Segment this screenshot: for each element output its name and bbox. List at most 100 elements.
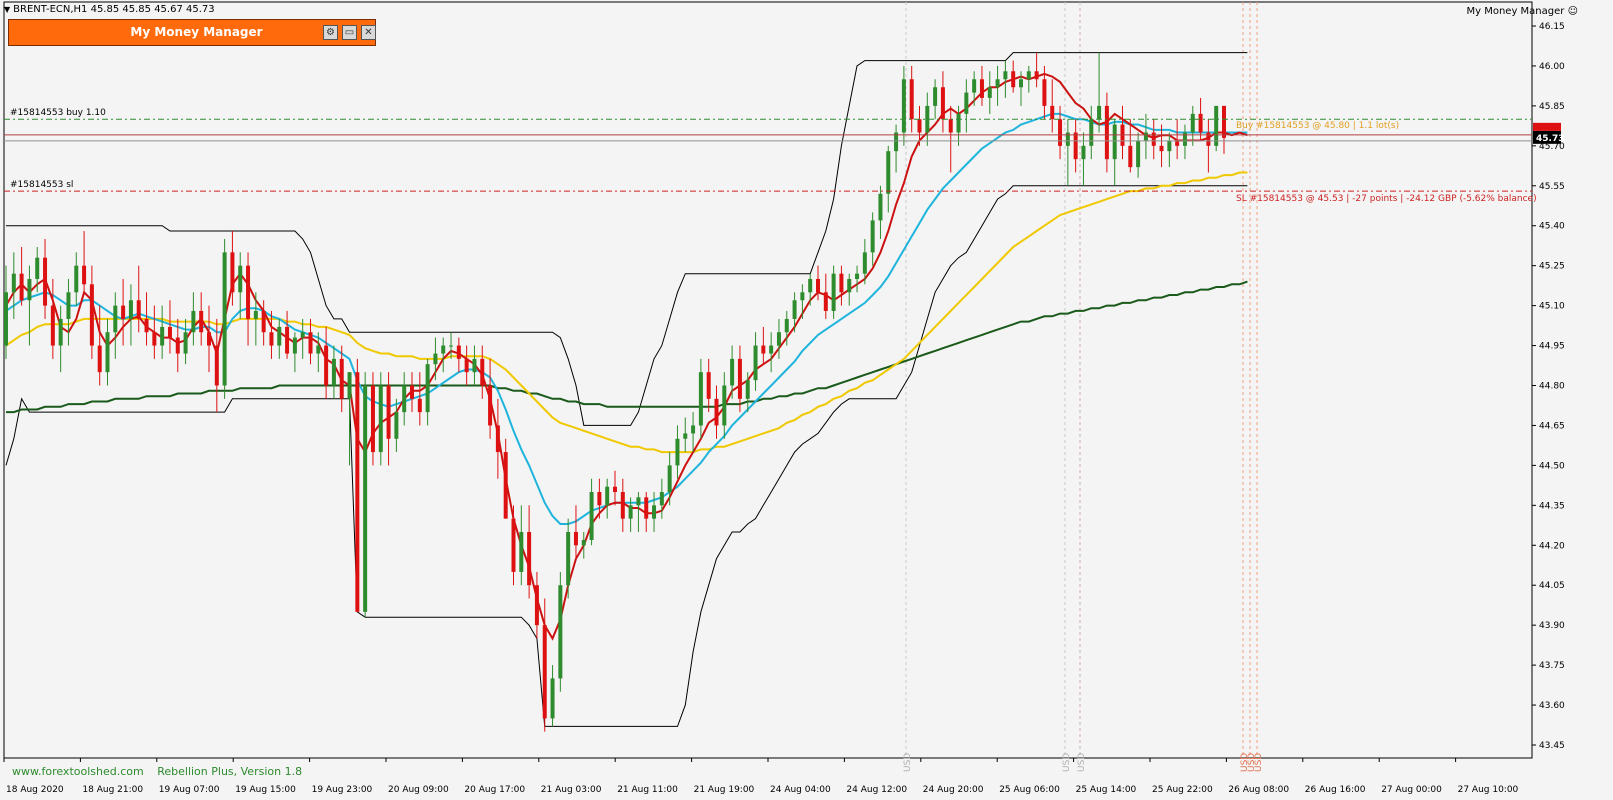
symbol-ohlc: BRENT-ECN,H1 45.85 45.85 45.67 45.73 (13, 4, 215, 15)
candle-body (737, 358, 742, 399)
candle-body (1128, 145, 1133, 168)
candle-body (761, 345, 766, 354)
symbol-header: ▼ BRENT-ECN,H1 45.85 45.85 45.67 45.73 (4, 4, 215, 15)
candle-body (97, 345, 102, 373)
time-tick-label: 24 Aug 12:00 (846, 785, 907, 795)
time-tick-label: 25 Aug 06:00 (999, 785, 1060, 795)
candle-body (456, 345, 461, 359)
candle-body (339, 358, 344, 399)
candle-body (909, 79, 914, 120)
candle-body (230, 252, 235, 293)
candle-body (378, 385, 383, 453)
candle-body (987, 87, 992, 98)
candle-body (753, 345, 758, 381)
candle-body (347, 372, 352, 399)
candle-body (19, 273, 24, 301)
candle-body (511, 518, 516, 572)
candle-body (355, 372, 360, 612)
candle-body (847, 278, 852, 293)
dropdown-triangle-icon[interactable]: ▼ (4, 5, 10, 14)
candle-body (253, 310, 258, 319)
sl-level-label: #15814553 sl (10, 180, 73, 190)
candle-body (839, 273, 844, 293)
candle-body (121, 305, 126, 319)
buy-level-label: #15814553 buy 1.10 (10, 108, 106, 118)
candle-body (433, 353, 438, 365)
price-chart[interactable]: #15814553 buy 1.10 #15814553 sl Buy #15814… (0, 0, 1613, 800)
candle-body (50, 305, 55, 346)
candle-body (464, 358, 469, 373)
candle-body (1167, 140, 1172, 152)
candle-body (901, 79, 906, 133)
candle-body (363, 385, 368, 612)
candle-body (519, 531, 524, 572)
price-tick-label: 45.10 (1539, 302, 1565, 312)
candle-body (82, 265, 87, 285)
candle-body (402, 385, 407, 413)
candle-body (1081, 145, 1086, 160)
candle-body (722, 385, 727, 426)
candle-body (1026, 71, 1031, 80)
candle-body (1222, 105, 1226, 138)
candle-body (175, 337, 180, 354)
candle-body (1143, 132, 1148, 141)
price-tick-label: 44.95 (1539, 342, 1565, 352)
candle-body (1011, 71, 1016, 88)
candle-body (199, 310, 204, 333)
candle-body (800, 292, 805, 301)
candle-body (940, 87, 945, 120)
candle-body (620, 492, 625, 519)
candle-body (948, 119, 953, 133)
candle-body (831, 273, 836, 311)
time-tick-label: 25 Aug 14:00 (1076, 785, 1137, 795)
candle-body (714, 398, 719, 426)
candle-body (394, 412, 399, 439)
candle-body (1089, 119, 1094, 146)
candle-body (488, 385, 493, 426)
candle-body (816, 278, 820, 293)
gear-icon[interactable]: ⚙ (323, 25, 338, 40)
candle-body (308, 332, 313, 354)
price-tick-label: 43.45 (1539, 741, 1565, 751)
top-right-label: My Money Manager ☺ (1466, 6, 1578, 17)
time-tick-label: 27 Aug 10:00 (1458, 785, 1519, 795)
price-tick-label: 46.00 (1539, 62, 1565, 72)
candle-body (691, 425, 696, 434)
smiley-icon: ☺ (1567, 6, 1578, 17)
candle-body (238, 265, 243, 293)
candle-body (698, 372, 703, 426)
news-marker: USD (1077, 753, 1087, 772)
time-tick-label: 18 Aug 2020 (6, 785, 64, 795)
candle-body (425, 364, 430, 413)
time-tick-label: 25 Aug 22:00 (1152, 785, 1213, 795)
candle-body (683, 433, 688, 439)
candle-body (503, 452, 508, 519)
restore-icon[interactable]: ▭ (342, 25, 357, 40)
close-icon[interactable]: ✕ (361, 25, 376, 40)
candle-body (207, 332, 211, 346)
money-manager-panel[interactable]: My Money Manager ⚙ ▭ ✕ (8, 19, 376, 46)
candle-body (995, 79, 1000, 88)
candle-body (1214, 105, 1219, 146)
candle-body (370, 385, 375, 453)
candle-body (1034, 71, 1039, 80)
time-tick-label: 21 Aug 11:00 (617, 785, 678, 795)
time-tick-label: 21 Aug 03:00 (541, 785, 602, 795)
candle-body (979, 79, 984, 98)
candle-body (136, 300, 141, 319)
price-tick-label: 44.20 (1539, 541, 1565, 551)
entry-price-tag (1533, 122, 1561, 131)
time-tick-label: 19 Aug 07:00 (159, 785, 220, 795)
candle-body (167, 326, 172, 338)
candle-body (58, 318, 63, 346)
candle-body (972, 79, 977, 93)
candle-body (808, 278, 813, 293)
time-tick-label: 19 Aug 23:00 (312, 785, 373, 795)
candle-body (1159, 145, 1164, 152)
price-tick-label: 44.50 (1539, 461, 1565, 471)
candle-body (1198, 113, 1203, 133)
candle-body (855, 273, 860, 279)
candle-body (222, 252, 227, 386)
candle-body (1097, 105, 1102, 120)
time-tick-label: 20 Aug 09:00 (388, 785, 449, 795)
